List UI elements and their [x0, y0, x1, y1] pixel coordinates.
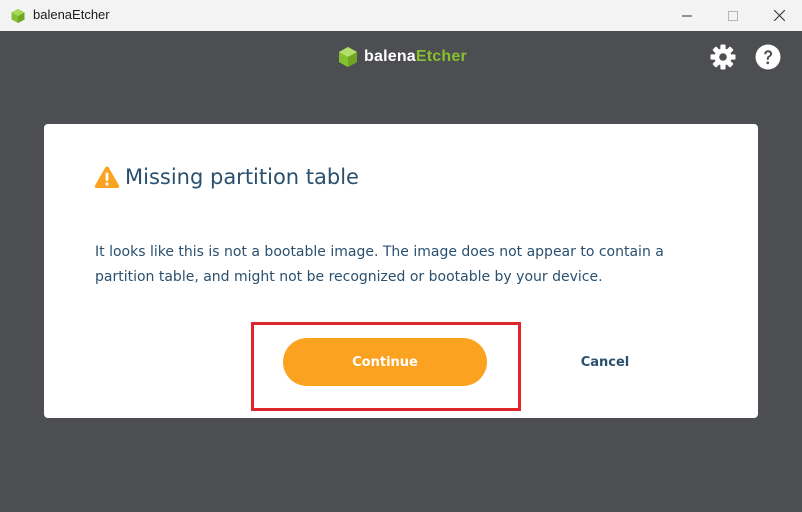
help-icon [755, 44, 781, 70]
balena-cube-icon [339, 47, 357, 67]
settings-button[interactable] [710, 44, 736, 70]
close-icon [773, 10, 785, 21]
brand-prefix: balena [364, 48, 416, 65]
brand-logo: balenaEtcher [338, 45, 467, 69]
maximize-icon [728, 10, 738, 21]
gear-icon [710, 44, 736, 70]
missing-partition-dialog: Missing partition table It looks like th… [44, 124, 758, 418]
dialog-message: It looks like this is not a bootable ima… [95, 244, 664, 285]
dialog-title: Missing partition table [125, 165, 359, 189]
maximize-button[interactable] [710, 0, 756, 31]
help-button[interactable] [755, 44, 781, 70]
app-icon [11, 9, 25, 23]
dialog-header: Missing partition table [94, 165, 359, 189]
close-button[interactable] [756, 0, 802, 31]
continue-button[interactable]: Continue [283, 338, 487, 386]
window-titlebar: balenaEtcher [0, 0, 802, 31]
window-title: balenaEtcher [33, 7, 110, 22]
cancel-button[interactable]: Cancel [564, 350, 646, 374]
warning-icon [94, 166, 120, 188]
brand-name: balenaEtcher [364, 48, 467, 66]
minimize-icon [682, 15, 692, 16]
minimize-button[interactable] [664, 0, 710, 31]
brand-suffix: Etcher [415, 48, 467, 65]
